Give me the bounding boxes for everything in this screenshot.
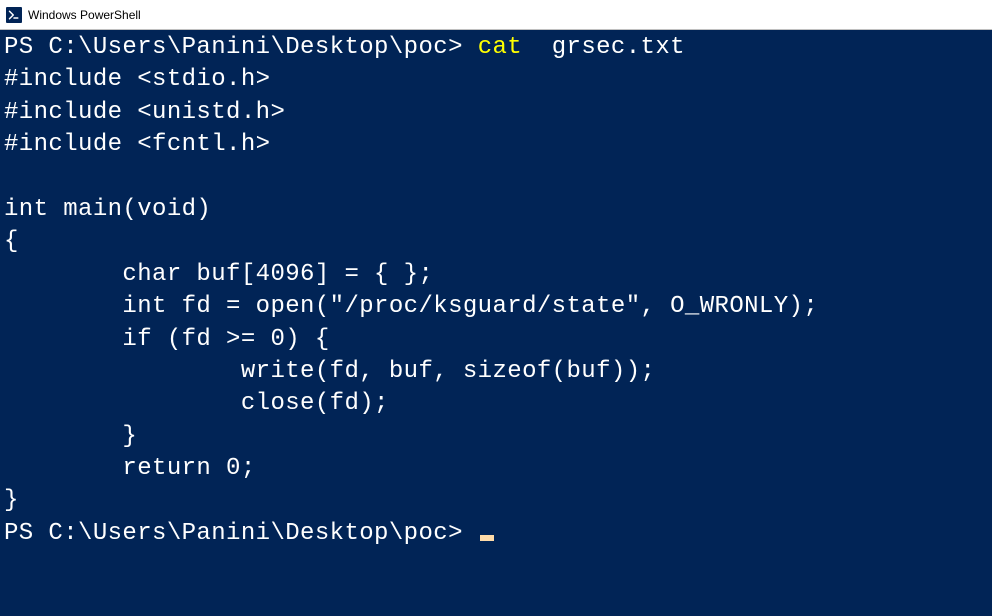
prompt-2: PS C:\Users\Panini\Desktop\poc>	[4, 520, 478, 547]
title-bar[interactable]: Windows PowerShell	[0, 0, 992, 30]
args-1: grsec.txt	[522, 34, 685, 61]
file-output: #include <stdio.h> #include <unistd.h> #…	[4, 66, 818, 514]
command-1: cat	[478, 34, 522, 61]
window-title: Windows PowerShell	[28, 8, 141, 22]
powershell-icon	[6, 7, 22, 23]
terminal-area[interactable]: PS C:\Users\Panini\Desktop\poc> cat grse…	[0, 30, 992, 616]
prompt-1: PS C:\Users\Panini\Desktop\poc>	[4, 34, 478, 61]
cursor	[480, 535, 494, 541]
